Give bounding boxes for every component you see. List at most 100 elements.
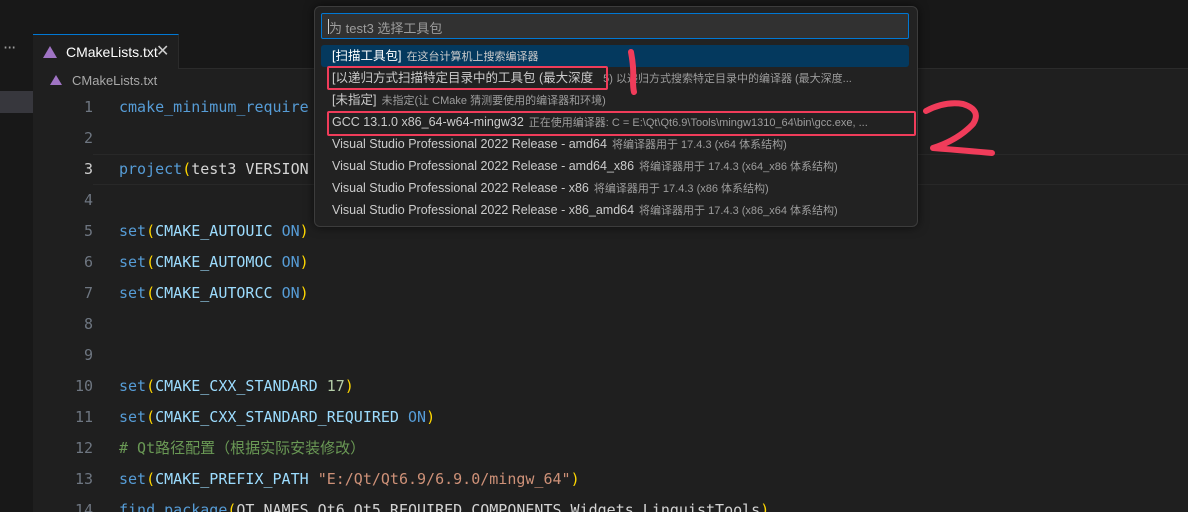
code-token: (	[146, 253, 156, 271]
line-number: 8	[83, 315, 93, 333]
more-icon[interactable]: ···	[3, 38, 16, 57]
line-number: 1	[83, 98, 93, 116]
code-token: )	[570, 470, 580, 488]
code-token: CMAKE_CXX_STANDARD	[155, 377, 318, 395]
kit-option[interactable]: Visual Studio Professional 2022 Release …	[321, 177, 909, 199]
code-line[interactable]: 9	[33, 340, 1188, 371]
line-number: 3	[83, 160, 93, 178]
breadcrumb-file[interactable]: CMakeLists.txt	[72, 73, 157, 88]
code-token: ON	[281, 222, 300, 240]
kit-option-label: Visual Studio Professional 2022 Release …	[332, 181, 589, 195]
code-text: set(CMAKE_PREFIX_PATH "E:/Qt/Qt6.9/6.9.0…	[119, 464, 580, 495]
kit-option-label: [未指定]	[332, 93, 377, 107]
line-number: 7	[83, 284, 93, 302]
kit-search-input[interactable]: 为 test3 选择工具包	[321, 13, 909, 39]
highlight-box-gcc-kit	[327, 111, 916, 136]
code-token: (	[146, 284, 156, 302]
kit-option-label: [扫描工具包]	[332, 49, 402, 63]
line-number: 4	[83, 191, 93, 209]
code-text: set(CMAKE_CXX_STANDARD 17)	[119, 371, 354, 402]
kit-option-description: 将编译器用于 17.4.3 (x86_x64 体系结构)	[639, 205, 838, 217]
highlight-box-recursive-scan	[327, 66, 608, 90]
code-line[interactable]: 7 set(CMAKE_AUTORCC ON)	[33, 278, 1188, 309]
code-text: set(CMAKE_AUTOMOC ON)	[119, 247, 309, 278]
code-token: CMAKE_PREFIX_PATH	[155, 470, 309, 488]
code-token: CMAKE_AUTOMOC	[155, 253, 273, 271]
code-token: (	[146, 408, 156, 426]
code-token: find_package	[119, 501, 228, 512]
explorer-selected-row[interactable]	[0, 91, 33, 113]
code-line[interactable]: 8	[33, 309, 1188, 340]
kit-option-label: Visual Studio Professional 2022 Release …	[332, 203, 635, 217]
kit-option[interactable]: [扫描工具包] 在这台计算机上搜索编译器	[321, 45, 909, 67]
code-token: QT NAMES Qt6 Qt5 REQUIRED COMPONENTS Wid…	[236, 501, 761, 512]
kit-option-description: 将编译器用于 17.4.3 (x86 体系结构)	[593, 183, 769, 195]
code-token: 17	[326, 377, 345, 395]
code-text: set(CMAKE_AUTORCC ON)	[119, 278, 309, 309]
code-token: )	[426, 408, 436, 426]
code-token: CMAKE_AUTOUIC	[155, 222, 273, 240]
code-text: set(CMAKE_CXX_STANDARD_REQUIRED ON)	[119, 402, 435, 433]
line-number: 2	[83, 129, 93, 147]
kit-option-description: 在这台计算机上搜索编译器	[406, 51, 539, 63]
cmake-file-icon	[50, 75, 62, 85]
code-token: (	[146, 470, 156, 488]
kit-option[interactable]: Visual Studio Professional 2022 Release …	[321, 155, 909, 177]
code-token: project	[119, 160, 183, 178]
kit-option[interactable]: [未指定] 未指定(让 CMake 猜测要使用的编译器和环境)	[321, 89, 909, 111]
code-token: ON	[281, 284, 300, 302]
code-token: # Qt路径配置（根据实际安装修改）	[119, 439, 366, 457]
code-line[interactable]: 14 find_package(QT NAMES Qt6 Qt5 REQUIRED…	[33, 495, 1188, 512]
close-icon[interactable]: ✕	[156, 41, 169, 60]
code-token: )	[299, 284, 309, 302]
code-line[interactable]: 12 # Qt路径配置（根据实际安装修改）	[33, 433, 1188, 464]
kit-option-description: 将编译器用于 17.4.3 (x64 体系结构)	[611, 139, 787, 151]
code-token: test3 VERSION	[191, 160, 309, 178]
code-token: set	[119, 222, 147, 240]
code-line[interactable]: 10 set(CMAKE_CXX_STANDARD 17)	[33, 371, 1188, 402]
code-token: cmake_minimum_require	[119, 98, 309, 116]
cmake-file-icon	[43, 46, 57, 58]
line-number: 11	[74, 408, 93, 426]
code-token: ON	[281, 253, 300, 271]
code-token: set	[119, 470, 147, 488]
line-number: 10	[74, 377, 93, 395]
code-line[interactable]: 13 set(CMAKE_PREFIX_PATH "E:/Qt/Qt6.9/6.9…	[33, 464, 1188, 495]
code-text: # Qt路径配置（根据实际安装修改）	[119, 433, 365, 464]
code-token: )	[299, 222, 309, 240]
code-text: cmake_minimum_require	[119, 92, 309, 123]
line-number: 14	[74, 501, 93, 512]
line-number: 5	[83, 222, 93, 240]
line-number: 6	[83, 253, 93, 271]
code-token: )	[344, 377, 354, 395]
code-token: set	[119, 408, 147, 426]
code-text: find_package(QT NAMES Qt6 Qt5 REQUIRED C…	[119, 495, 769, 512]
kit-option-description: 将编译器用于 17.4.3 (x64_x86 体系结构)	[639, 161, 838, 173]
kit-option[interactable]: Visual Studio Professional 2022 Release …	[321, 199, 909, 221]
kit-option[interactable]: Visual Studio Professional 2022 Release …	[321, 133, 909, 155]
code-token: (	[146, 222, 156, 240]
code-line[interactable]: 11 set(CMAKE_CXX_STANDARD_REQUIRED ON)	[33, 402, 1188, 433]
code-text: set(CMAKE_AUTOUIC ON)	[119, 216, 309, 247]
kit-search-placeholder: 为 test3 选择工具包	[329, 21, 443, 36]
code-token: set	[119, 377, 147, 395]
code-line[interactable]: 6 set(CMAKE_AUTOMOC ON)	[33, 247, 1188, 278]
line-number: 9	[83, 346, 93, 364]
tab-label: CMakeLists.txt	[66, 44, 158, 60]
code-token: "E:/Qt/Qt6.9/6.9.0/mingw_64"	[317, 470, 571, 488]
code-text: project(test3 VERSION	[119, 154, 309, 185]
code-token: CMAKE_CXX_STANDARD_REQUIRED	[155, 408, 399, 426]
code-token: )	[299, 253, 309, 271]
code-token: (	[182, 160, 192, 178]
line-number: 12	[74, 439, 93, 457]
kit-option-description: 未指定(让 CMake 猜测要使用的编译器和环境)	[381, 95, 606, 107]
code-token: set	[119, 284, 147, 302]
kit-option-description: 5) 以递归方式搜索特定目录中的编译器 (最大深度...	[603, 73, 852, 85]
tab-cmakelists[interactable]: CMakeLists.txt ✕	[33, 34, 179, 69]
